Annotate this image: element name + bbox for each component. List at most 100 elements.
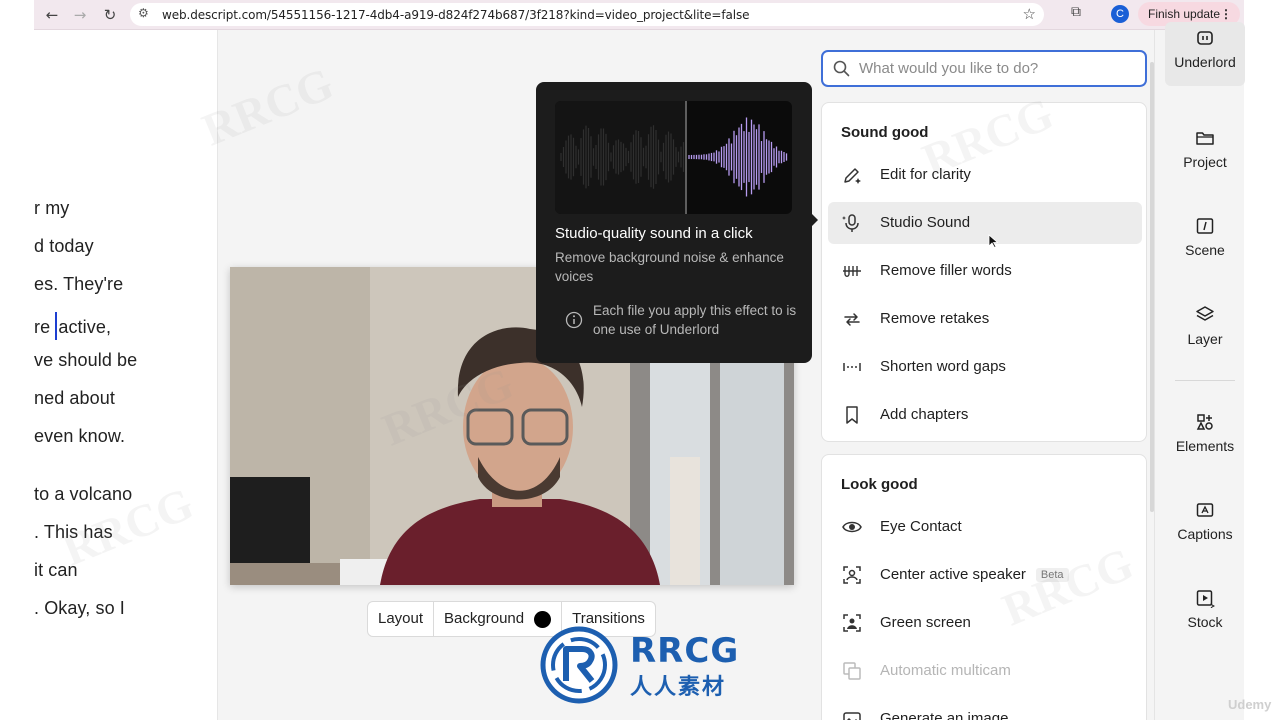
add-chapters-item[interactable]: Add chapters: [828, 394, 1142, 436]
transcript-line[interactable]: . This has: [34, 522, 113, 543]
automatic-multicam-item: Automatic multicam: [828, 650, 1142, 692]
transcript-line[interactable]: ve should be: [34, 350, 137, 371]
transcript-line[interactable]: r my: [34, 198, 69, 219]
extensions-icon[interactable]: ⧉: [1066, 4, 1086, 24]
item-label: Edit for clarity: [880, 166, 971, 183]
folder-icon: [1196, 132, 1214, 145]
transcript-line[interactable]: it can: [34, 560, 78, 581]
layout-label: Layout: [378, 610, 424, 627]
search-input[interactable]: [859, 52, 1139, 85]
browser-toolbar: ← → ↻ ⚙ web.descript.com/54551156-1217-4…: [34, 0, 1244, 30]
search-icon: [833, 60, 850, 77]
sidebar-item-label: Scene: [1185, 242, 1225, 258]
eye-icon: [842, 521, 862, 533]
sound-good-card: Sound good Edit for clarity Studio Sound…: [821, 102, 1147, 442]
item-label: Automatic multicam: [880, 662, 1011, 679]
tooltip-description: Remove background noise & enhance voices: [555, 250, 784, 284]
stock-icon: [1196, 590, 1215, 608]
shorten-word-gaps-item[interactable]: Shorten word gaps: [828, 346, 1142, 388]
scene-icon: [1196, 218, 1214, 234]
waveform-image: [555, 101, 788, 214]
background-label: Background: [444, 610, 525, 627]
rrcg-emblem-icon: [540, 626, 618, 704]
elements-icon: [1196, 414, 1213, 430]
remove-filler-words-item[interactable]: Remove filler words: [828, 250, 1142, 292]
search-box[interactable]: [821, 50, 1147, 87]
sidebar-item-scene[interactable]: Scene: [1165, 216, 1245, 280]
sidebar-item-elements[interactable]: Elements: [1165, 412, 1245, 476]
sidebar-item-label: Stock: [1187, 614, 1223, 630]
captions-icon: [1196, 503, 1214, 517]
transcript-line[interactable]: even know.: [34, 426, 125, 447]
screen-margin-right: [1244, 0, 1280, 720]
studio-sound-item[interactable]: Studio Sound: [828, 202, 1142, 244]
multicam-icon: [843, 662, 861, 680]
look-good-card: Look good Eye Contact Center active spea…: [821, 454, 1147, 720]
mouse-cursor-icon: [988, 234, 998, 248]
item-label: Studio Sound: [880, 214, 971, 231]
green-screen-icon: [843, 614, 861, 632]
retakes-icon: [844, 313, 860, 326]
studio-sound-tooltip: Studio-quality sound in a click Remove b…: [536, 82, 812, 363]
sidebar-item-captions[interactable]: Captions: [1165, 500, 1245, 564]
item-label: Shorten word gaps: [880, 358, 1006, 375]
address-bar[interactable]: ⚙ web.descript.com/54551156-1217-4db4-a9…: [130, 3, 1044, 26]
transcript-word[interactable]: re: [34, 317, 50, 337]
actions-panel: Sound good Edit for clarity Studio Sound…: [810, 30, 1154, 720]
transcript-word[interactable]: active,: [58, 317, 111, 337]
bookmark-icon: [846, 406, 858, 424]
transcript-line[interactable]: . Okay, so I: [34, 598, 125, 619]
transcript-line-with-caret[interactable]: re active,: [34, 312, 111, 340]
sidebar-item-layer[interactable]: Layer: [1165, 305, 1245, 369]
mic-sparkle-icon: [842, 214, 859, 232]
edit-for-clarity-item[interactable]: Edit for clarity: [828, 154, 1142, 196]
url-text[interactable]: web.descript.com/54551156-1217-4db4-a919…: [162, 8, 750, 22]
center-active-speaker-item[interactable]: Center active speaker Beta: [828, 554, 1142, 596]
item-label: Remove filler words: [880, 262, 1012, 279]
filler-words-icon: [843, 266, 861, 277]
underlord-icon: [1197, 31, 1213, 45]
center-active-speaker-label: Center active speaker: [880, 566, 1026, 583]
sidebar-item-project[interactable]: Project: [1165, 128, 1245, 192]
green-screen-item[interactable]: Green screen: [828, 602, 1142, 644]
layout-button[interactable]: Layout: [368, 602, 435, 636]
tooltip-arrow: [812, 214, 818, 226]
eye-contact-item[interactable]: Eye Contact: [828, 506, 1142, 548]
rrcg-logo-subtext: 人人素材: [630, 675, 727, 700]
waveform-preview: [555, 101, 792, 214]
item-label: Center active speaker Beta: [880, 566, 1069, 583]
center-speaker-icon: [843, 566, 861, 584]
generate-image-item[interactable]: Generate an image: [828, 698, 1142, 720]
word-gaps-icon: [843, 363, 861, 371]
item-label: Add chapters: [880, 406, 969, 423]
back-arrow-icon[interactable]: ←: [42, 5, 62, 25]
pen-sparkle-icon: [844, 168, 861, 184]
sidebar-item-underlord[interactable]: Underlord: [1165, 22, 1245, 86]
finish-update-label: Finish update: [1148, 7, 1221, 21]
image-sparkle-icon: [843, 712, 861, 720]
site-settings-icon[interactable]: ⚙: [138, 6, 149, 20]
transcript-panel[interactable]: r my d today es. They're re active, ve s…: [34, 30, 218, 720]
udemy-watermark: Udemy: [1228, 697, 1272, 712]
avatar[interactable]: C: [1111, 5, 1129, 23]
forward-arrow-icon[interactable]: →: [70, 5, 90, 25]
transcript-line[interactable]: d today: [34, 236, 94, 257]
star-icon[interactable]: ☆: [1023, 5, 1036, 23]
sidebar-item-label: Elements: [1175, 438, 1235, 454]
reload-icon[interactable]: ↻: [100, 5, 120, 25]
look-good-title: Look good: [841, 476, 918, 493]
tooltip-title: Studio-quality sound in a click: [555, 225, 753, 242]
transcript-line[interactable]: es. They're: [34, 274, 123, 295]
item-label: Generate an image: [880, 710, 1009, 720]
beta-badge: Beta: [1035, 568, 1069, 582]
item-label: Green screen: [880, 614, 971, 631]
info-icon: [565, 311, 583, 329]
remove-retakes-item[interactable]: Remove retakes: [828, 298, 1142, 340]
transcript-line[interactable]: to a volcano: [34, 484, 132, 505]
sidebar-item-label: Project: [1183, 154, 1227, 170]
sidebar-item-stock[interactable]: Stock: [1165, 588, 1245, 652]
transcript-line[interactable]: ned about: [34, 388, 115, 409]
rrcg-logo: RRCG 人人素材: [540, 625, 740, 705]
sidebar-item-label: Layer: [1187, 331, 1223, 347]
screen-margin-left: [0, 0, 34, 720]
